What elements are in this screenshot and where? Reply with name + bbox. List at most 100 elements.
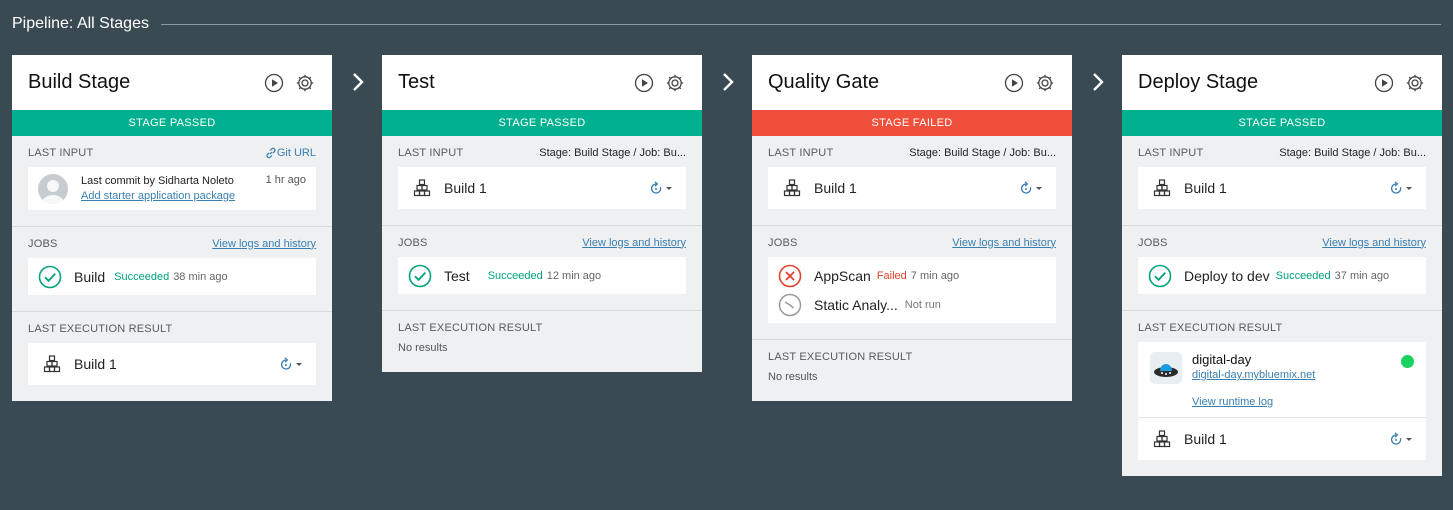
commit-message-link[interactable]: Add starter application package — [81, 190, 235, 202]
stage-header: Test — [382, 55, 702, 110]
stage-header: Build Stage — [12, 55, 332, 110]
app-icon — [1150, 352, 1182, 384]
stage-title: Deploy Stage — [1138, 71, 1259, 93]
jobs-list: Build Succeeded 38 min ago — [28, 258, 316, 295]
chevron-right-icon — [1091, 71, 1105, 93]
stage-status-banner: STAGE FAILED — [752, 110, 1072, 136]
revision-icon — [1019, 181, 1033, 195]
view-runtime-log-link[interactable]: View runtime log — [1192, 396, 1273, 408]
check-circle-icon — [408, 264, 432, 288]
jobs-section: JOBS View logs and history Test Succeede… — [382, 236, 702, 311]
view-logs-link[interactable]: View logs and history — [952, 237, 1056, 249]
chevron-down-icon — [1036, 186, 1042, 190]
clock-icon — [778, 293, 802, 317]
stage-status-banner: STAGE PASSED — [1122, 110, 1442, 136]
revision-icon — [1389, 432, 1403, 446]
running-status-dot — [1401, 355, 1414, 368]
revision-icon — [649, 181, 663, 195]
revision-dropdown[interactable] — [279, 357, 302, 371]
git-url-link[interactable]: Git URL — [265, 147, 316, 159]
last-input-section: LAST INPUT Stage: Build Stage / Job: Bu.… — [1122, 146, 1442, 226]
revision-dropdown[interactable] — [1019, 181, 1042, 195]
jobs-list: Deploy to dev Succeeded 37 min ago — [1138, 257, 1426, 294]
revision-icon — [1389, 181, 1403, 195]
gear-icon[interactable] — [1404, 72, 1426, 94]
no-results-text: No results — [768, 371, 818, 383]
job-row[interactable]: Deploy to dev Succeeded 37 min ago — [1148, 261, 1416, 290]
job-row[interactable]: Build Succeeded 38 min ago — [38, 262, 306, 291]
app-name: digital-day — [1192, 352, 1252, 367]
job-row[interactable]: Static Analy... Not run — [778, 290, 1046, 319]
job-name: Test — [444, 267, 470, 284]
run-stage-icon[interactable] — [633, 72, 655, 94]
stage-title: Test — [398, 71, 435, 93]
last-input-label: LAST INPUT — [28, 146, 94, 159]
last-input-label: LAST INPUT — [398, 146, 464, 159]
job-row[interactable]: Test Succeeded 12 min ago — [408, 261, 676, 290]
build-name: Build 1 — [814, 180, 857, 196]
stage-status-banner: STAGE PASSED — [382, 110, 702, 136]
job-status: Succeeded — [487, 269, 543, 282]
input-build-card: Build 1 — [768, 167, 1056, 209]
run-stage-icon[interactable] — [263, 72, 285, 94]
revision-dropdown[interactable] — [1389, 181, 1412, 195]
deploy-result-card: digital-day digital-day.mybluemix.net Vi… — [1138, 342, 1426, 460]
last-input-section: LAST INPUT Stage: Build Stage / Job: Bu.… — [382, 146, 702, 226]
pipeline-header: Pipeline: All Stages — [12, 13, 1441, 35]
pipeline-title: Pipeline: All Stages — [12, 15, 149, 32]
build-result-card: Build 1 — [28, 343, 316, 385]
jobs-section: JOBS View logs and history Deploy to dev… — [1122, 236, 1442, 311]
chevron-down-icon — [666, 186, 672, 190]
job-row[interactable]: AppScan Failed 7 min ago — [778, 261, 1046, 290]
job-time: 38 min ago — [173, 270, 228, 283]
gear-icon[interactable] — [294, 72, 316, 94]
input-source: Stage: Build Stage / Job: Bu... — [539, 146, 686, 159]
last-execution-label: LAST EXECUTION RESULT — [398, 321, 543, 334]
run-stage-icon[interactable] — [1373, 72, 1395, 94]
stage-card-build: Build Stage STAGE PASSED LAST INPUT Git … — [12, 55, 332, 401]
stage-card-deploy: Deploy Stage STAGE PASSED LAST INPUT Sta… — [1122, 55, 1442, 476]
view-logs-link[interactable]: View logs and history — [1322, 237, 1426, 249]
build-icon — [1152, 178, 1172, 198]
input-build-card: Build 1 — [398, 167, 686, 209]
build-result-row: Build 1 — [1138, 418, 1426, 460]
jobs-list: Test Succeeded 12 min ago — [398, 257, 686, 294]
app-url-link[interactable]: digital-day.mybluemix.net — [1192, 369, 1401, 381]
stage-card-test: Test STAGE PASSED LAST INPUT Stage: Buil… — [382, 55, 702, 372]
stage-card-quality-gate: Quality Gate STAGE FAILED LAST INPUT Sta… — [752, 55, 1072, 401]
chevron-right-icon — [351, 71, 365, 93]
last-execution-label: LAST EXECUTION RESULT — [1138, 321, 1283, 334]
no-results-text: No results — [398, 342, 448, 354]
job-time: 12 min ago — [546, 269, 602, 282]
build-name: Build 1 — [1184, 431, 1227, 447]
input-source: Stage: Build Stage / Job: Bu... — [909, 146, 1056, 159]
jobs-list: AppScan Failed 7 min ago Static Analy...… — [768, 257, 1056, 323]
last-execution-label: LAST EXECUTION RESULT — [768, 350, 913, 363]
view-logs-link[interactable]: View logs and history — [212, 238, 316, 250]
header-divider — [160, 23, 1441, 25]
job-time: 37 min ago — [1334, 269, 1390, 282]
run-stage-icon[interactable] — [1003, 72, 1025, 94]
job-status: Succeeded — [114, 270, 170, 283]
check-circle-icon — [38, 265, 62, 289]
revision-icon — [279, 357, 293, 371]
input-build-card: Build 1 — [1138, 167, 1426, 209]
build-icon — [42, 354, 62, 374]
stage-title: Quality Gate — [768, 71, 880, 93]
gear-icon[interactable] — [664, 72, 686, 94]
gear-icon[interactable] — [1034, 72, 1056, 94]
jobs-label: JOBS — [398, 236, 428, 249]
revision-dropdown[interactable] — [649, 181, 672, 195]
job-name: Deploy to dev — [1184, 267, 1270, 284]
build-icon — [412, 178, 432, 198]
last-input-label: LAST INPUT — [768, 146, 834, 159]
chevron-right-icon — [721, 71, 735, 93]
chevron-down-icon — [296, 362, 302, 366]
avatar — [38, 173, 68, 204]
last-execution-section: LAST EXECUTION RESULT Build 1 — [12, 322, 332, 385]
commit-time: 1 hr ago — [265, 174, 306, 186]
commit-card: Last commit by Sidharta Noleto Add start… — [28, 167, 316, 210]
revision-dropdown[interactable] — [1389, 432, 1412, 446]
view-logs-link[interactable]: View logs and history — [582, 237, 686, 249]
chevron-down-icon — [1406, 186, 1412, 190]
